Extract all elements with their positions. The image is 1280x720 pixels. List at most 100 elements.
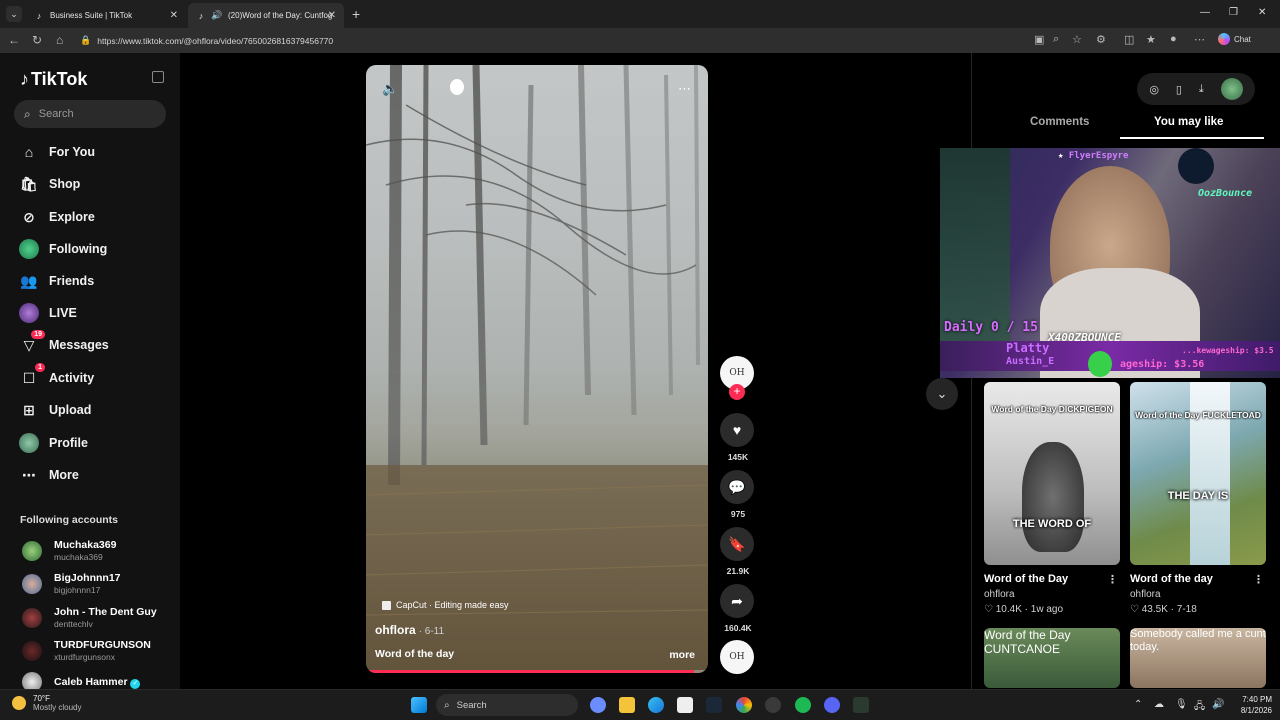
nav-shop[interactable]: 🛍 Shop [18,172,80,196]
tab-comments[interactable]: Comments [1030,116,1089,128]
more-options-icon[interactable]: ⋯ [678,81,691,97]
nav-live[interactable]: LIVE [18,301,77,325]
edge-icon[interactable] [648,697,664,713]
video-thumbnail[interactable]: Somebody called me a cunt today. [1130,628,1266,688]
spotify-icon[interactable] [795,697,811,713]
following-account-item[interactable]: Muchaka369 muchaka369 [22,539,116,562]
search-input[interactable]: ⌕ Search [14,100,166,128]
nav-friends[interactable]: 👥 Friends [18,269,94,293]
nav-explore[interactable]: ⊘ Explore [18,205,95,229]
card-more-icon[interactable]: ⋮ [1253,573,1264,586]
onedrive-icon[interactable]: ☁ [1154,699,1164,710]
more-link[interactable]: more [669,649,695,661]
weather-widget[interactable]: 70°F Mostly cloudy [12,694,81,712]
video-thumbnail[interactable]: Word of the Day CUNTCANOE [984,628,1120,688]
thumbnail-caption: Somebody called me a cunt today. [1130,628,1266,653]
zoom-icon[interactable]: ⌕ [1053,33,1059,46]
app-icon[interactable] [853,697,869,713]
tab-actions-menu[interactable]: ⌄ [6,6,22,22]
system-clock[interactable]: 7:40 PM 8/1/2026 [1232,694,1272,716]
more-browser-icon[interactable]: ⋯ [1194,33,1205,46]
settings-gear-icon[interactable] [765,697,781,713]
favorite-star-icon[interactable]: ☆ [1072,33,1082,46]
nav-following[interactable]: Following [18,237,107,261]
following-account-item[interactable]: John - The Dent Guy denttechlv [22,606,157,629]
following-account-item[interactable]: TURDFURGUNSON xturdfurgunsonx [22,639,151,662]
card-more-icon[interactable]: ⋮ [1107,573,1118,586]
new-tab-button[interactable]: + [352,6,360,22]
favorites-icon[interactable]: ★ [1146,33,1156,46]
url-text: https://www.tiktok.com/@ohflora/video/76… [97,35,334,46]
card-author[interactable]: ohflora [984,589,1120,600]
nav-for-you[interactable]: ⌂ For You [18,140,95,164]
split-screen-icon[interactable]: ◫ [1124,33,1134,46]
volume-icon[interactable]: 🔊 [1212,699,1224,710]
video-player[interactable]: 🔈 ⋯ CapCut · Editing made easy ohflora · … [366,65,708,673]
close-window-icon[interactable]: ✕ [1258,7,1266,18]
download-icon[interactable]: ⤓ [1199,83,1204,96]
app-available-icon[interactable]: ▣ [1034,33,1044,46]
copilot-icon[interactable] [590,697,606,713]
copilot-chat-button[interactable]: Chat [1218,33,1251,45]
video-author[interactable]: ohflora · 6-11 [375,623,444,637]
sound-disc[interactable]: OH [720,640,754,674]
compass-icon: ⊘ [23,208,35,225]
video-progress-bar[interactable] [366,670,708,673]
heart-icon: ♥ [732,422,742,438]
nav-profile[interactable]: Profile [18,431,88,455]
share-button[interactable]: ➦ [720,584,754,618]
store-icon[interactable] [677,697,693,713]
extensions-icon[interactable]: ⚙ [1096,33,1106,46]
nav-upload[interactable]: ⊞ Upload [18,398,91,422]
activity-badge: 1 [35,363,45,372]
minimize-icon[interactable]: — [1200,7,1210,18]
live-stream-overlay[interactable]: ★ FlyerEspyre OozBounce Daily 0 / 15 X40… [940,148,1280,378]
nav-label: Messages [49,338,109,352]
home-browser-icon[interactable]: ⌂ [56,33,63,47]
tab-you-may-like[interactable]: You may like [1154,116,1223,128]
video-thumbnail[interactable]: Word of the Day FUCKLETOAD THE DAY IS [1130,382,1266,565]
audio-playing-icon[interactable]: 🔊 [211,10,222,21]
microphone-icon[interactable]: 🎙 [1175,699,1188,710]
recommended-video-card[interactable]: Somebody called me a cunt today. [1130,628,1266,688]
tiktok-logo[interactable]: ♪ TikTok [20,69,87,90]
video-thumbnail[interactable]: Word of the Day DICKPIGEON THE WORD OF [984,382,1120,565]
chrome-icon[interactable] [736,697,752,713]
nav-messages[interactable]: ▽ 19 Messages [18,330,109,357]
coins-icon[interactable]: ◎ [1149,83,1159,96]
taskbar-search[interactable]: ⌕ Search [436,694,578,716]
windows-start-icon[interactable] [411,697,427,713]
tray-chevron-icon[interactable]: ⌃ [1134,699,1142,710]
comment-button[interactable]: 💬 [720,470,754,504]
recommended-video-card[interactable]: Word of the Day DICKPIGEON THE WORD OF W… [984,382,1120,615]
url-field[interactable]: 🔒 https://www.tiktok.com/@ohflora/video/… [80,32,1180,49]
browser-tab-business-suite[interactable]: ♪ Business Suite | TikTok ✕ [26,3,186,28]
chevron-down-icon[interactable]: ⌄ [926,378,958,410]
volume-slider-handle[interactable] [450,79,464,95]
user-avatar[interactable] [1220,78,1243,100]
maximize-icon[interactable]: ❐ [1229,7,1238,18]
back-icon[interactable]: ← [8,33,20,47]
card-author[interactable]: ohflora [1130,589,1266,600]
profile-avatar-icon[interactable]: ● [1170,33,1177,45]
nav-more[interactable]: ⋯ More [18,463,79,487]
device-icon[interactable]: ▯ [1176,83,1182,96]
mute-icon[interactable]: 🔈 [382,81,398,97]
follow-plus-button[interactable]: + [729,384,745,400]
close-tab-icon[interactable]: ✕ [328,10,336,21]
steam-icon[interactable] [706,697,722,713]
nav-activity[interactable]: ☐ 1 Activity [18,363,94,390]
discord-icon[interactable] [824,697,840,713]
close-tab-icon[interactable]: ✕ [170,10,178,21]
browser-tab-word-of-the-day[interactable]: ♪ 🔊 (20)Word of the Day: Cuntfog ✕ [188,3,344,28]
save-button[interactable]: 🔖 [720,527,754,561]
network-icon[interactable]: 🖧 [1194,699,1205,716]
like-button[interactable]: ♥ [720,413,754,447]
following-account-item[interactable]: BigJohnnn17 bigjohnnn17 [22,572,121,595]
recommended-video-card[interactable]: Word of the Day CUNTCANOE [984,628,1120,688]
recommended-video-card[interactable]: Word of the Day FUCKLETOAD THE DAY IS Wo… [1130,382,1266,615]
file-explorer-icon[interactable] [619,697,635,713]
collapse-sidebar-icon[interactable] [152,71,164,83]
capcut-watermark[interactable]: CapCut · Editing made easy [382,600,509,610]
reload-icon[interactable]: ↻ [32,33,42,47]
